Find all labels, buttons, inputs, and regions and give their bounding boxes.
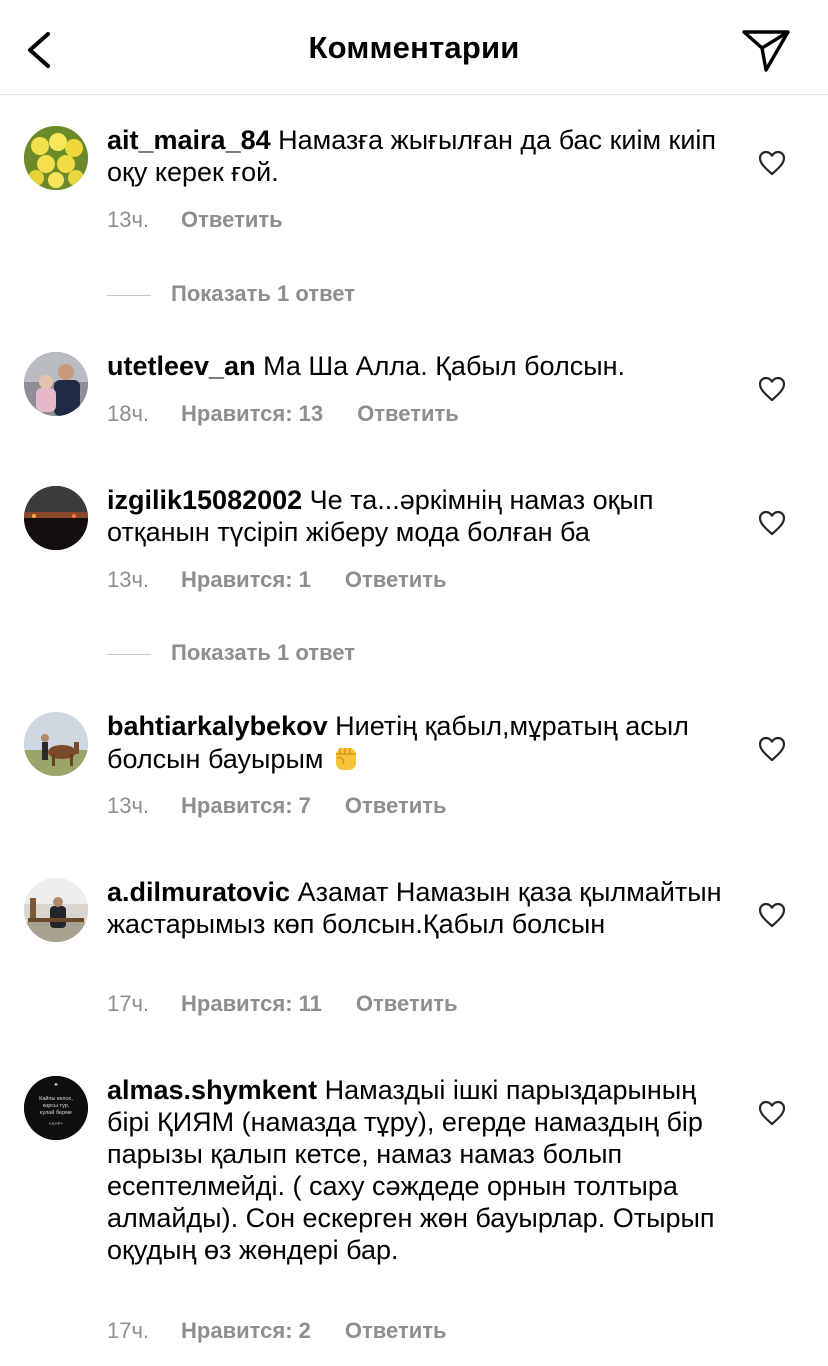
comment-meta: 18ч. Нравится: 13 Ответить [107, 401, 459, 427]
username-link[interactable]: izgilik15082002 [107, 485, 302, 515]
avatar-quote-line-3: кулай берме [40, 1109, 72, 1116]
comment-text: utetleev_an Ма Ша Алла. Қабыл болсын. [107, 350, 727, 382]
divider-line [107, 294, 151, 296]
comment-text: bahtiarkalybekov Ниетің қабыл,мұратың ас… [107, 710, 727, 775]
likes-count[interactable]: Нравится: 11 [181, 991, 322, 1017]
timestamp: 13ч. [107, 567, 150, 592]
likes-count[interactable]: Нравится: 2 [181, 1318, 311, 1344]
avatar-quote-line-2: карсы тур, [43, 1103, 70, 1109]
reply-button[interactable]: Ответить [345, 793, 447, 819]
timestamp: 17ч. [107, 1318, 150, 1343]
heart-outline-icon[interactable] [758, 510, 786, 536]
reply-button[interactable]: Ответить [345, 1318, 447, 1344]
reply-button[interactable]: Ответить [357, 401, 459, 427]
heart-outline-icon[interactable] [758, 736, 786, 762]
username-link[interactable]: ait_maira_84 [107, 125, 271, 155]
divider-line [107, 653, 151, 655]
avatar[interactable] [24, 352, 88, 416]
username-link[interactable]: almas.shymkent [107, 1075, 317, 1105]
show-replies-button[interactable]: Показать 1 ответ [107, 640, 355, 666]
username-link[interactable]: a.dilmuratovic [107, 877, 290, 907]
svg-text:❝: ❝ [54, 1082, 58, 1090]
comment-text: a.dilmuratovic Азамат Намазын қаза қылма… [107, 876, 727, 940]
avatar[interactable] [24, 712, 88, 776]
reply-button[interactable]: Ответить [356, 991, 458, 1017]
avatar[interactable] [24, 878, 88, 942]
avatar-quote-line-1: Кайпы келсе, [39, 1095, 73, 1102]
person-outdoor-image [24, 878, 88, 942]
likes-count[interactable]: Нравится: 7 [181, 793, 311, 819]
reply-button[interactable]: Ответить [345, 567, 447, 593]
comment-text: izgilik15082002 Че та...әркімнің намаз о… [107, 484, 727, 548]
username-link[interactable]: bahtiarkalybekov [107, 711, 328, 741]
heart-outline-icon[interactable] [758, 1100, 786, 1126]
raised-fist-emoji [335, 748, 356, 770]
username-link[interactable]: utetleev_an [107, 351, 256, 381]
comment-body: Ма Ша Алла. Қабыл болсын. [263, 351, 626, 381]
show-replies-button[interactable]: Показать 1 ответ [107, 281, 355, 307]
likes-count[interactable]: Нравится: 1 [181, 567, 311, 593]
comment-text: ait_maira_84 Намазға жығылған да бас киі… [107, 124, 727, 188]
avatar[interactable] [24, 486, 88, 550]
page-title: Комментарии [308, 30, 520, 65]
quote-image: ❝ Кайпы келсе, карсы тур, кулай берме АХ… [24, 1076, 88, 1140]
timestamp: 13ч. [107, 793, 150, 818]
comment-meta: 17ч. Нравится: 2 Ответить [107, 1318, 447, 1344]
avatar-quote-line-4: АХАР+ [49, 1121, 64, 1126]
heart-outline-icon[interactable] [758, 902, 786, 928]
avatar[interactable] [24, 126, 88, 190]
heart-outline-icon[interactable] [758, 376, 786, 402]
horse-rider-image [24, 712, 88, 776]
timestamp: 17ч. [107, 991, 150, 1016]
show-replies-label: Показать 1 ответ [171, 640, 356, 665]
flowers-image [24, 126, 88, 190]
paper-plane-icon[interactable] [740, 24, 792, 74]
avatar[interactable]: ❝ Кайпы келсе, карсы тур, кулай берме АХ… [24, 1076, 88, 1140]
likes-count[interactable]: Нравится: 13 [181, 401, 323, 427]
timestamp: 13ч. [107, 207, 150, 232]
reply-button[interactable]: Ответить [181, 207, 283, 233]
comment-meta: 17ч. Нравится: 11 Ответить [107, 991, 458, 1017]
person-photo-image [24, 352, 88, 416]
heart-outline-icon[interactable] [758, 150, 786, 176]
night-road-image [24, 486, 88, 550]
comment-meta: 13ч. Нравится: 7 Ответить [107, 793, 447, 819]
show-replies-label: Показать 1 ответ [171, 281, 356, 306]
header-bar: Комментарии [0, 0, 828, 95]
timestamp: 18ч. [107, 401, 150, 426]
comment-meta: 13ч. Нравится: 1 Ответить [107, 567, 447, 593]
comment-meta: 13ч. Ответить [107, 207, 283, 233]
comment-text: almas.shymkent Намаздыі ішкі парыздарыны… [107, 1074, 727, 1266]
